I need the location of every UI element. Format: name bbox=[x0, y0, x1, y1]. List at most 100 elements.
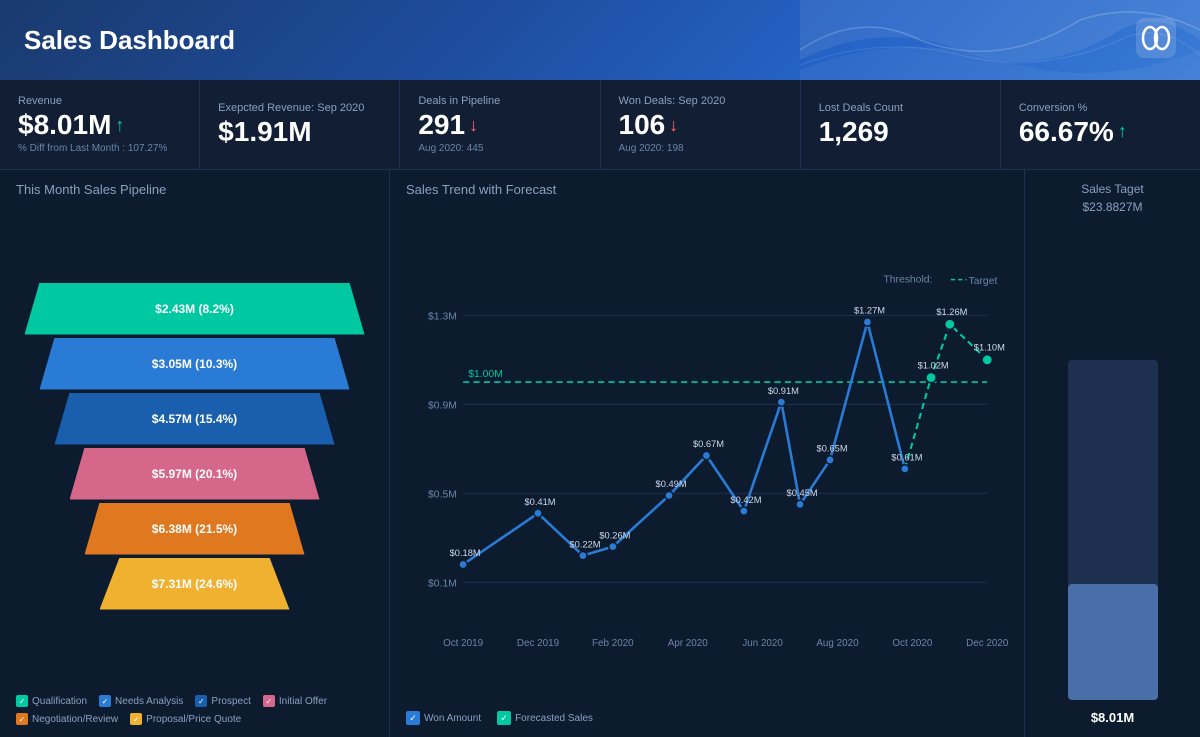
legend-check-icon: ✓ bbox=[263, 695, 275, 707]
legend-check-icon: ✓ bbox=[16, 713, 28, 725]
funnel-bar-wrapper: $5.97M (20.1%) bbox=[16, 448, 373, 500]
kpi-revenue: Revenue $8.01M ↑ % Diff from Last Month … bbox=[0, 80, 200, 169]
kpi-revenue-value: $8.01M ↑ bbox=[18, 109, 124, 141]
target-title: Sales Taget bbox=[1081, 182, 1144, 196]
trend-legend-check: ✓ bbox=[497, 711, 511, 725]
svg-text:Jun 2020: Jun 2020 bbox=[742, 638, 783, 649]
svg-text:$0.91M: $0.91M bbox=[768, 386, 799, 396]
svg-text:$0.61M: $0.61M bbox=[891, 453, 922, 463]
legend-item: ✓ Needs Analysis bbox=[99, 695, 183, 707]
legend-item: ✓ Initial Offer bbox=[263, 695, 327, 707]
svg-text:Target: Target bbox=[969, 276, 998, 287]
svg-text:$1.27M: $1.27M bbox=[854, 306, 885, 316]
svg-text:$1.26M: $1.26M bbox=[936, 307, 967, 317]
funnel-bar-wrapper: $3.05M (10.3%) bbox=[16, 338, 373, 390]
page-title: Sales Dashboard bbox=[24, 25, 235, 56]
kpi-lost-value: 1,269 bbox=[819, 116, 889, 148]
kpi-won-sub: Aug 2020: 198 bbox=[619, 143, 684, 154]
svg-text:$0.42M: $0.42M bbox=[730, 495, 761, 505]
kpi-exp-rev-value: $1.91M bbox=[218, 116, 311, 148]
legend-check-icon: ✓ bbox=[130, 713, 142, 725]
trend-legend-item: ✓ Won Amount bbox=[406, 711, 481, 725]
svg-text:Apr 2020: Apr 2020 bbox=[668, 638, 709, 649]
svg-text:$0.45M: $0.45M bbox=[787, 488, 818, 498]
svg-text:$0.22M: $0.22M bbox=[569, 539, 600, 549]
target-panel: Sales Taget $23.8827M $8.01M bbox=[1025, 170, 1200, 737]
svg-text:$1.00M: $1.00M bbox=[468, 369, 503, 380]
trend-panel: Sales Trend with Forecast $0.1M$0.5M$0.9… bbox=[390, 170, 1025, 737]
kpi-deals-value: 291 ↓ bbox=[418, 109, 478, 141]
funnel-panel: This Month Sales Pipeline $2.43M (8.2%)$… bbox=[0, 170, 390, 737]
kpi-conv-label: Conversion % bbox=[1019, 102, 1087, 114]
legend-check-icon: ✓ bbox=[16, 695, 28, 707]
kpi-row: Revenue $8.01M ↑ % Diff from Last Month … bbox=[0, 80, 1200, 170]
kpi-deals-pipeline: Deals in Pipeline 291 ↓ Aug 2020: 445 bbox=[400, 80, 600, 169]
funnel-bar-wrapper: $6.38M (21.5%) bbox=[16, 503, 373, 555]
kpi-won-deals: Won Deals: Sep 2020 106 ↓ Aug 2020: 198 bbox=[601, 80, 801, 169]
header: Sales Dashboard bbox=[0, 0, 1200, 80]
target-current-amount: $8.01M bbox=[1091, 710, 1134, 725]
kpi-revenue-label: Revenue bbox=[18, 95, 62, 107]
svg-text:$0.65M: $0.65M bbox=[817, 444, 848, 454]
svg-text:$1.3M: $1.3M bbox=[428, 312, 457, 323]
svg-text:$0.1M: $0.1M bbox=[428, 578, 457, 589]
kpi-exp-rev-label: Exepcted Revenue: Sep 2020 bbox=[218, 102, 364, 114]
trend-legend-check: ✓ bbox=[406, 711, 420, 725]
revenue-arrow-up: ↑ bbox=[115, 115, 124, 136]
funnel-bar: $6.38M (21.5%) bbox=[85, 503, 305, 555]
legend-item: ✓ Proposal/Price Quote bbox=[130, 713, 241, 725]
svg-text:$0.26M: $0.26M bbox=[599, 530, 630, 540]
legend-check-icon: ✓ bbox=[195, 695, 207, 707]
svg-text:Oct 2019: Oct 2019 bbox=[443, 638, 484, 649]
kpi-lost-label: Lost Deals Count bbox=[819, 102, 903, 114]
svg-text:Feb 2020: Feb 2020 bbox=[592, 638, 634, 649]
trend-legend-item: ✓ Forecasted Sales bbox=[497, 711, 593, 725]
svg-text:Dec 2019: Dec 2019 bbox=[517, 638, 560, 649]
funnel-bar: $7.31M (24.6%) bbox=[100, 558, 290, 610]
legend-label: Proposal/Price Quote bbox=[146, 714, 241, 725]
svg-text:$0.5M: $0.5M bbox=[428, 489, 457, 500]
legend-item: ✓ Qualification bbox=[16, 695, 87, 707]
deals-arrow-down: ↓ bbox=[469, 115, 478, 136]
legend-label: Needs Analysis bbox=[115, 696, 183, 707]
kpi-lost-deals: Lost Deals Count 1,269 bbox=[801, 80, 1001, 169]
target-bar-container bbox=[1068, 222, 1158, 700]
funnel-legend: ✓Qualification✓Needs Analysis✓Prospect✓I… bbox=[16, 695, 373, 725]
funnel-bar-wrapper: $2.43M (8.2%) bbox=[16, 283, 373, 335]
svg-text:$1.02M: $1.02M bbox=[918, 360, 949, 370]
legend-check-icon: ✓ bbox=[99, 695, 111, 707]
kpi-expected-revenue: Exepcted Revenue: Sep 2020 $1.91M bbox=[200, 80, 400, 169]
funnel-title: This Month Sales Pipeline bbox=[16, 182, 373, 197]
legend-label: Qualification bbox=[32, 696, 87, 707]
trend-legend-label: Won Amount bbox=[424, 713, 481, 724]
legend-label: Initial Offer bbox=[279, 696, 327, 707]
svg-text:$0.49M: $0.49M bbox=[656, 479, 687, 489]
kpi-conversion: Conversion % 66.67% ↑ bbox=[1001, 80, 1200, 169]
main-content: This Month Sales Pipeline $2.43M (8.2%)$… bbox=[0, 170, 1200, 737]
conv-arrow-up: ↑ bbox=[1118, 121, 1127, 142]
kpi-conv-value: 66.67% ↑ bbox=[1019, 116, 1127, 148]
kpi-deals-label: Deals in Pipeline bbox=[418, 95, 500, 107]
kpi-won-value: 106 ↓ bbox=[619, 109, 679, 141]
svg-text:$0.9M: $0.9M bbox=[428, 400, 457, 411]
svg-text:Aug 2020: Aug 2020 bbox=[816, 638, 859, 649]
target-bar-bg bbox=[1068, 360, 1158, 700]
svg-text:$0.18M: $0.18M bbox=[450, 548, 481, 558]
kpi-deals-sub: Aug 2020: 445 bbox=[418, 143, 483, 154]
trend-chart-area: $0.1M$0.5M$0.9M$1.3M$1.00MThreshold:Targ… bbox=[406, 201, 1008, 707]
logo bbox=[1136, 18, 1176, 63]
svg-text:$1.10M: $1.10M bbox=[974, 343, 1005, 353]
target-bar-fill bbox=[1068, 584, 1158, 700]
funnel-bar: $4.57M (15.4%) bbox=[55, 393, 335, 445]
svg-text:Oct 2020: Oct 2020 bbox=[892, 638, 933, 649]
kpi-won-label: Won Deals: Sep 2020 bbox=[619, 95, 726, 107]
legend-label: Negotiation/Review bbox=[32, 714, 118, 725]
svg-text:$0.67M: $0.67M bbox=[693, 439, 724, 449]
funnel-bar-wrapper: $4.57M (15.4%) bbox=[16, 393, 373, 445]
line-chart-svg: $0.1M$0.5M$0.9M$1.3M$1.00MThreshold:Targ… bbox=[406, 201, 1008, 707]
funnel-bar-wrapper: $7.31M (24.6%) bbox=[16, 558, 373, 610]
svg-text:Dec 2020: Dec 2020 bbox=[966, 638, 1008, 649]
kpi-revenue-sub: % Diff from Last Month : 107.27% bbox=[18, 143, 167, 154]
target-amount: $23.8827M bbox=[1082, 200, 1142, 214]
trend-legend-label: Forecasted Sales bbox=[515, 713, 593, 724]
